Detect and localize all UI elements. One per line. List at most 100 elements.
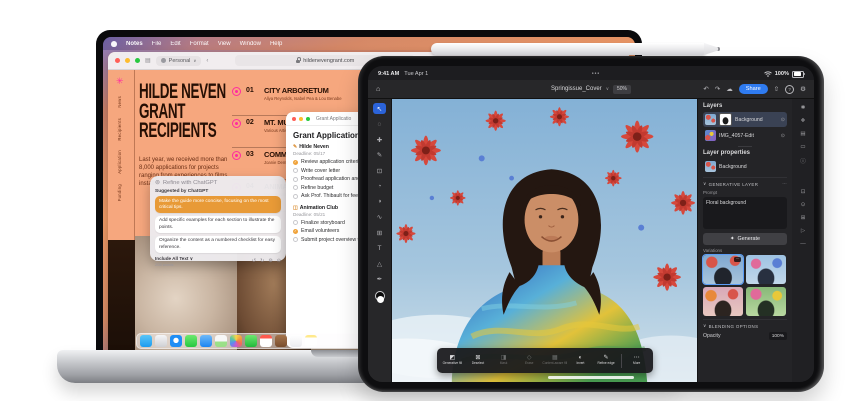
healing-tool[interactable]: ◔ [373,181,386,192]
info-icon[interactable]: ⓘ [800,157,806,165]
checkbox[interactable] [293,168,298,173]
checkbox[interactable] [293,194,298,199]
select-brush-tool[interactable]: ✚ [373,134,386,145]
dock-notes-icon[interactable] [305,335,317,347]
nav-funding[interactable]: Funding [117,184,122,201]
erase-button[interactable]: ◇Erase [516,355,542,366]
eyedropper-tool[interactable]: ✒ [373,274,386,285]
blending-options-section[interactable]: ∨ BLENDING OPTIONS [703,323,787,329]
more-icon[interactable]: ⋯ [782,181,787,187]
cloud-icon[interactable]: ☁ [726,85,733,93]
clone-stamp-tool[interactable]: ⊡ [373,165,386,176]
suggestion-option[interactable]: Make the guide more concise, focusing on… [155,196,281,213]
generative-fill-button[interactable]: ◩Generative fill [440,355,466,366]
checkbox[interactable] [293,220,298,225]
nav-recipients[interactable]: Recipients [117,118,122,141]
transform-icon[interactable]: ⊞ [801,215,806,221]
dock-reminders-icon[interactable] [290,335,302,347]
content-aware-fill-button[interactable]: ▦Content-aware fill [542,355,568,366]
dock-facetime-icon[interactable] [245,335,257,347]
home-indicator[interactable] [548,376,634,379]
generate-button[interactable]: ✦ Generate [703,233,787,245]
dock-mail-icon[interactable] [200,335,212,347]
menu-file[interactable]: File [152,41,162,47]
lasso-tool[interactable]: ◌ [373,119,386,130]
zoom-button[interactable] [306,117,310,121]
export-icon[interactable]: ⇧ [774,85,779,93]
settings-icon[interactable]: ⚙ [800,85,806,93]
more-button[interactable]: ⋯More [624,355,650,366]
redo-icon[interactable]: ↷ [715,85,720,93]
nav-application[interactable]: Application [117,150,122,174]
nav-news[interactable]: News [117,96,122,108]
chevron-down-icon[interactable]: ∨ [606,86,609,92]
minimize-button[interactable] [125,58,130,63]
document-name[interactable]: Springissue_Cover [551,86,602,92]
menu-edit[interactable]: Edit [170,41,180,47]
undo-icon[interactable]: ↶ [703,85,708,93]
menu-format[interactable]: Format [190,41,209,47]
checkbox-checked[interactable]: ✓ [293,229,298,234]
settings-icon[interactable]: ⚙ [268,258,272,264]
color-swatches[interactable] [375,291,384,304]
dock-maps-icon[interactable] [215,335,227,347]
invert-button[interactable]: ◐Invert [568,355,594,366]
dock-finder-icon[interactable] [140,335,152,347]
variation-thumb-3[interactable] [703,287,743,316]
checkbox[interactable] [293,237,298,242]
undo-icon[interactable]: ↺ [252,258,256,264]
move-tool[interactable]: ↖ [373,103,386,114]
zoom-button[interactable] [135,58,140,63]
adjustments-icon[interactable]: ❖ [801,118,806,124]
dock-photos-icon[interactable] [230,335,242,347]
dock-safari-icon[interactable] [170,335,182,347]
minimize-button[interactable] [299,117,303,121]
dock-messages-icon[interactable] [185,335,197,347]
refresh-icon[interactable]: ⊙ [277,258,281,264]
refine-edge-button[interactable]: ✎Refine edge [593,355,619,366]
preview-icon[interactable]: ⊙ [801,202,806,208]
select-subject-icon[interactable]: ⊡ [801,189,806,195]
home-icon[interactable]: ⌂ [376,86,380,93]
menu-window[interactable]: Window [240,41,261,47]
sidebar-icon[interactable]: ▤ [145,58,151,64]
eye-icon[interactable]: ⊙ [781,117,785,123]
smudge-tool[interactable]: ∿ [373,212,386,223]
shape-tool[interactable]: △ [373,258,386,269]
close-button[interactable] [115,58,120,63]
properties-icon[interactable]: ▤ [800,131,805,137]
generative-layer-section[interactable]: ∨ GENERATIVE LAYER ⋯ [703,181,787,187]
checkbox-checked[interactable]: ✓ [293,160,298,165]
dock-launchpad-icon[interactable] [155,335,167,347]
suggestion-option[interactable]: Organize the content as a numbered check… [155,236,281,253]
play-icon[interactable]: ▷ [801,228,805,234]
type-tool[interactable]: T [373,243,386,254]
variation-thumb-4[interactable] [746,287,786,316]
share-button[interactable]: Share [739,84,768,94]
close-button[interactable] [292,117,296,121]
deselect-button[interactable]: ⊠Deselect [465,355,491,366]
redo-icon[interactable]: ↻ [260,258,264,264]
dock-photobooth-icon[interactable] [275,335,287,347]
back-icon[interactable]: ‹ [206,58,208,64]
crop-tool[interactable]: ⊞ [373,227,386,238]
layer-row-img[interactable]: IMG_4057-Edit ⊙ [703,128,787,143]
variation-thumb-2[interactable] [746,255,786,284]
apple-menu-icon[interactable] [111,41,117,47]
dodge-tool[interactable]: ◑ [373,196,386,207]
menu-help[interactable]: Help [270,41,282,47]
help-icon[interactable]: ? [785,85,794,94]
dock-calendar-icon[interactable] [260,335,272,347]
mask-button[interactable]: ◨Mask [491,355,517,366]
menu-app-name[interactable]: Notes [126,41,143,47]
variation-thumb-1[interactable]: ⋯ [703,255,743,284]
checkbox[interactable] [293,177,298,182]
checkbox[interactable] [293,185,298,190]
zoom-level[interactable]: 50% [613,85,631,94]
suggestion-option[interactable]: Add specific examples for each section t… [155,216,281,233]
effects-icon[interactable]: ✱ [801,105,806,111]
comments-icon[interactable]: ▭ [800,144,805,150]
brush-tool[interactable]: ✎ [373,150,386,161]
profile-pill[interactable]: Personal ∨ [156,56,202,66]
menu-view[interactable]: View [218,41,231,47]
